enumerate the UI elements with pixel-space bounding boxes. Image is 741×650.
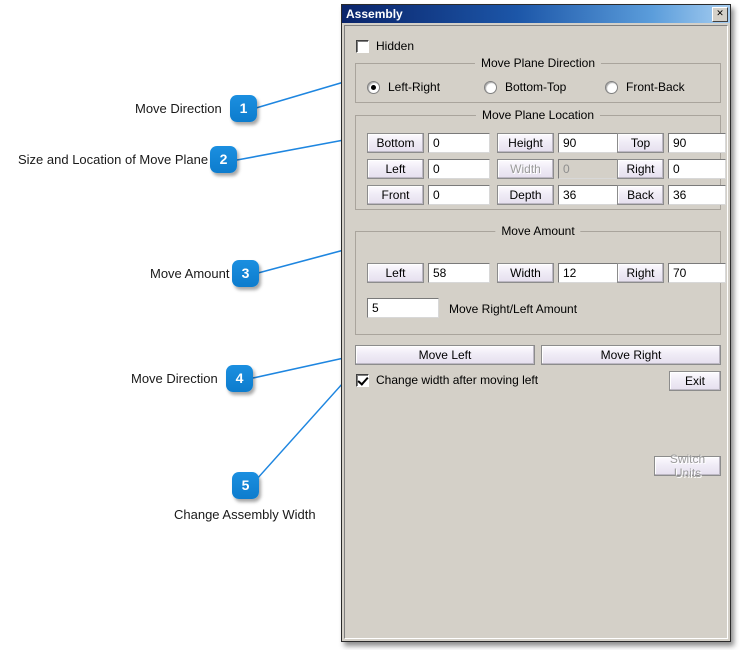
radio-bottom-top-label: Bottom-Top: [505, 80, 567, 94]
move-right-left-amount-field[interactable]: 5: [367, 298, 439, 318]
height-button[interactable]: Height: [497, 133, 554, 153]
page-title: Assembly: [346, 7, 403, 21]
callout-line-1: [255, 81, 345, 109]
move-amount-left-button[interactable]: Left: [367, 263, 424, 283]
annotation-badge-2[interactable]: 2: [210, 146, 237, 173]
annotation-label-2: Size and Location of Move Plane: [18, 152, 209, 167]
height-field[interactable]: 90: [558, 133, 620, 153]
annotation-label-3: Move Amount: [150, 266, 230, 281]
back-button[interactable]: Back: [617, 185, 664, 205]
change-width-checkbox-label: Change width after moving left: [376, 373, 539, 387]
move-right-button[interactable]: Move Right: [541, 345, 721, 365]
top-button[interactable]: Top: [617, 133, 664, 153]
top-field[interactable]: 90: [668, 133, 726, 153]
change-width-checkbox[interactable]: [356, 373, 369, 387]
bottom-field[interactable]: 0: [428, 133, 490, 153]
radio-bottom-top-mark[interactable]: [484, 80, 497, 94]
exit-button[interactable]: Exit: [669, 371, 721, 391]
left-button[interactable]: Left: [367, 159, 424, 179]
callout-line-3: [257, 249, 345, 274]
callout-line-4: [252, 357, 345, 379]
move-amount-group: Move Amount Left 58 Width 12 Right 70 5 …: [355, 224, 726, 335]
move-right-left-amount-label: Move Right/Left Amount: [449, 302, 578, 316]
hidden-checkbox[interactable]: [356, 39, 369, 53]
depth-field[interactable]: 36: [558, 185, 620, 205]
close-icon[interactable]: ✕: [712, 6, 728, 22]
depth-button[interactable]: Depth: [497, 185, 554, 205]
move-amount-title: Move Amount: [495, 224, 581, 238]
radio-front-back-label: Front-Back: [626, 80, 685, 94]
move-plane-direction-group: Move Plane Direction Left-Right Bottom-T…: [355, 56, 721, 103]
annotation-badge-4[interactable]: 4: [226, 365, 253, 392]
hidden-checkbox-row[interactable]: Hidden: [356, 39, 414, 53]
front-button[interactable]: Front: [367, 185, 424, 205]
radio-front-back[interactable]: Front-Back: [605, 80, 685, 94]
left-field[interactable]: 0: [428, 159, 490, 179]
move-amount-width-button[interactable]: Width: [497, 263, 554, 283]
radio-left-right-mark[interactable]: [367, 80, 380, 94]
window-client-area: Hidden Move Plane Direction Left-Right B…: [344, 25, 728, 639]
hidden-checkbox-label: Hidden: [376, 39, 415, 53]
callout-line-2: [236, 139, 345, 161]
change-width-checkbox-row[interactable]: Change width after moving left: [356, 373, 538, 387]
radio-left-right[interactable]: Left-Right: [367, 80, 440, 94]
move-plane-location-group: Move Plane Location Bottom 0 Height 90 T…: [355, 108, 726, 210]
annotation-label-4: Move Direction: [131, 371, 218, 386]
move-amount-right-field[interactable]: 70: [668, 263, 726, 283]
assembly-window: Assembly ✕ Hidden Move Plane Direction L…: [341, 4, 731, 642]
width-button: Width: [497, 159, 554, 179]
front-field[interactable]: 0: [428, 185, 490, 205]
move-left-button[interactable]: Move Left: [355, 345, 535, 365]
bottom-button[interactable]: Bottom: [367, 133, 424, 153]
move-amount-width-field[interactable]: 12: [558, 263, 620, 283]
annotation-badge-3[interactable]: 3: [232, 260, 259, 287]
radio-left-right-label: Left-Right: [388, 80, 441, 94]
window-title-bar: Assembly ✕: [342, 5, 730, 23]
radio-front-back-mark[interactable]: [605, 80, 618, 94]
back-field[interactable]: 36: [668, 185, 726, 205]
annotation-label-5: Change Assembly Width: [174, 507, 316, 522]
move-plane-direction-title: Move Plane Direction: [474, 56, 602, 70]
radio-bottom-top[interactable]: Bottom-Top: [484, 80, 566, 94]
annotation-label-1: Move Direction: [135, 101, 222, 116]
move-amount-left-field[interactable]: 58: [428, 263, 490, 283]
width-field: 0: [558, 159, 620, 179]
move-amount-right-button[interactable]: Right: [617, 263, 664, 283]
switch-units-button: Switch Units: [654, 452, 721, 480]
move-plane-location-title: Move Plane Location: [475, 108, 601, 122]
callout-line-5: [255, 382, 344, 481]
right-field[interactable]: 0: [668, 159, 726, 179]
right-button[interactable]: Right: [617, 159, 664, 179]
annotation-badge-1[interactable]: 1: [230, 95, 257, 122]
annotation-badge-5[interactable]: 5: [232, 472, 259, 499]
